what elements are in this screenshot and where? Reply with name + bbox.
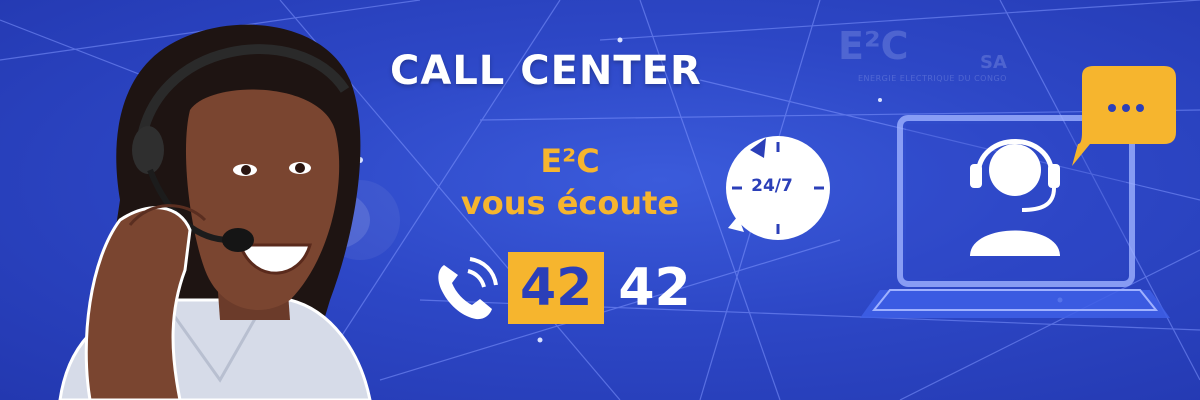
call-center-agent-photo (58, 24, 372, 400)
tagline-brand: E²C (540, 142, 600, 180)
headline: CALL CENTER (390, 48, 702, 94)
phone-number-part-2: 42 (618, 258, 691, 318)
availability-text: 24/7 (751, 176, 793, 196)
laptop-agent-illustration (860, 66, 1176, 318)
phone-number-part-1: 42 (508, 252, 605, 324)
phone-ringing-icon (438, 257, 498, 320)
call-center-banner: E²C SA ENERGIE ELECTRIQUE DU CONGO CALL … (0, 0, 1200, 400)
phone-number: 42 42 (430, 252, 691, 324)
tagline: E²C vous écoute (420, 140, 720, 224)
tagline-text: vous écoute (460, 184, 680, 222)
